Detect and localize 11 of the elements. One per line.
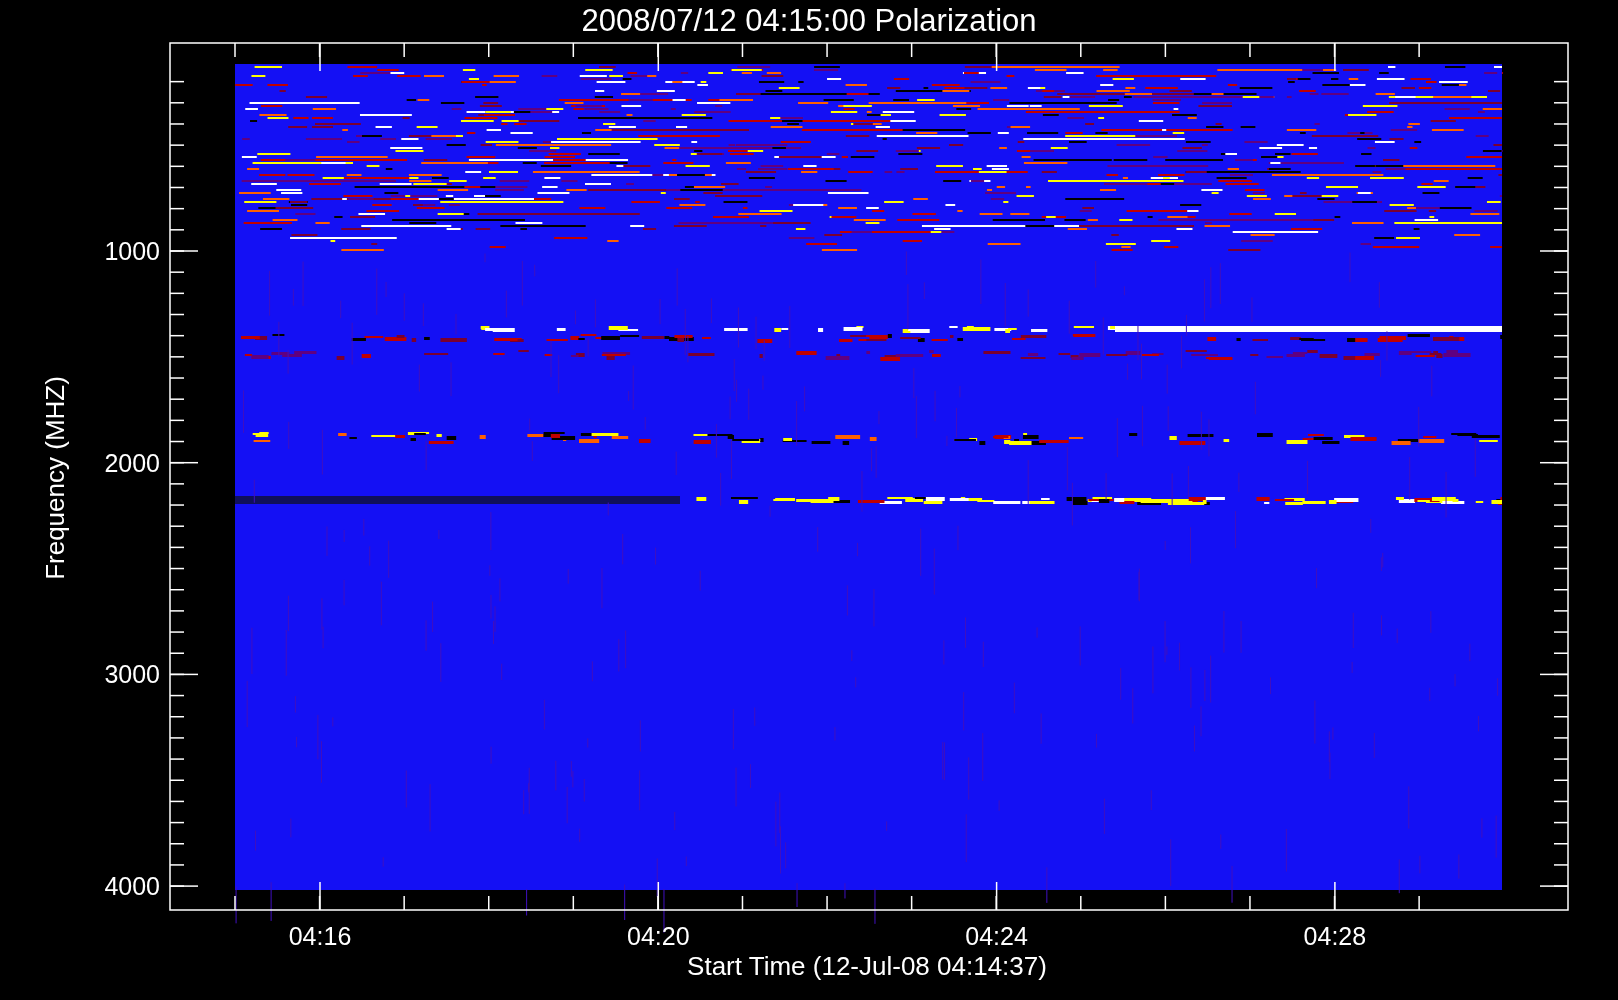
y-tick-label: 1000	[104, 237, 160, 265]
y-tick-label: 2000	[104, 448, 160, 477]
x-tick-label: 04:16	[288, 922, 352, 950]
x-tick-label: 04:24	[965, 922, 1028, 950]
x-tick-label: 04:20	[627, 922, 690, 950]
y-axis-label: Frequency (MHZ)	[40, 376, 70, 580]
plot-title: 2008/07/12 04:15:00 Polarization	[581, 3, 1037, 38]
x-axis-label: Start Time (12-Jul-08 04:14:37)	[687, 951, 1047, 981]
y-tick-label: 3000	[104, 660, 160, 689]
x-tick-label: 04:28	[1303, 922, 1367, 950]
y-tick-label: 4000	[104, 872, 160, 901]
